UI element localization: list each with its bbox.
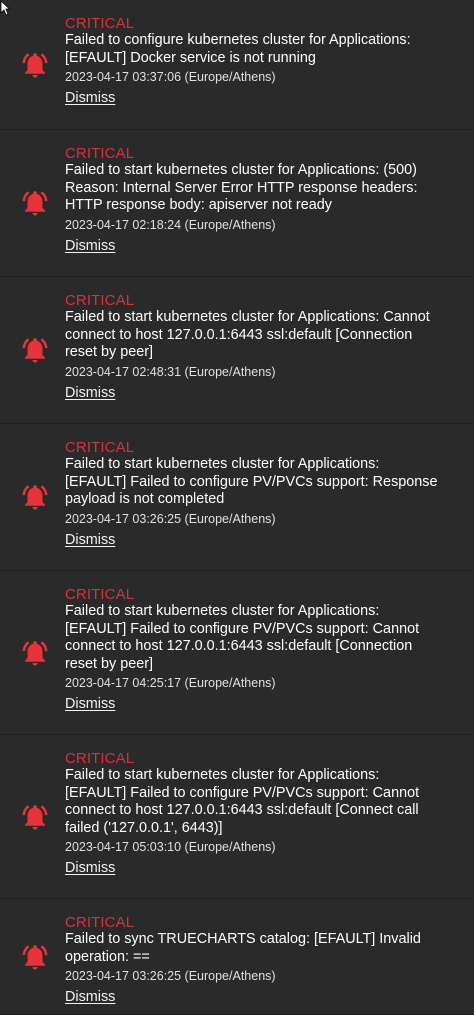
alert-timestamp: 2023-04-17 02:18:24 (Europe/Athens) (65, 217, 276, 232)
alert-level: CRITICAL (65, 292, 135, 309)
alerts-panel: CRITICAL Failed to configure kubernetes … (0, 0, 474, 1015)
alert-timestamp: 2023-04-17 03:26:25 (Europe/Athens) (65, 511, 276, 526)
alert-bell-icon (20, 802, 50, 832)
alert-level: CRITICAL (65, 914, 135, 931)
alert-content: CRITICAL Failed to start kubernetes clus… (65, 750, 464, 877)
alert-message: Failed to start kubernetes cluster for A… (65, 767, 420, 836)
alert-content: CRITICAL Failed to start kubernetes clus… (65, 145, 464, 255)
alert-timestamp: 2023-04-17 04:25:17 (Europe/Athens) (65, 676, 276, 690)
alert-item: CRITICAL Failed to sync TRUECHARTS catal… (0, 899, 474, 1015)
alert-item: CRITICAL Failed to start kubernetes clus… (0, 424, 474, 571)
dismiss-link[interactable]: Dismiss (65, 90, 115, 107)
alert-item: CRITICAL Failed to start kubernetes clus… (0, 277, 474, 424)
alert-bell-icon (20, 482, 50, 512)
alert-content: CRITICAL Failed to sync TRUECHARTS catal… (65, 914, 464, 1006)
alert-level: CRITICAL (65, 145, 135, 162)
dismiss-link[interactable]: Dismiss (65, 989, 115, 1006)
alert-level: CRITICAL (65, 439, 135, 456)
alert-item: CRITICAL Failed to configure kubernetes … (0, 0, 474, 130)
dismiss-link[interactable]: Dismiss (65, 532, 115, 549)
dismiss-link[interactable]: Dismiss (65, 385, 115, 402)
alert-level: CRITICAL (65, 750, 135, 767)
alert-timestamp: 2023-04-17 05:03:10 (Europe/Athens) (65, 840, 276, 854)
dismiss-link[interactable]: Dismiss (65, 238, 115, 255)
alert-message: Failed to start kubernetes cluster for A… (65, 603, 420, 672)
alert-bell-icon (20, 942, 50, 972)
dismiss-link[interactable]: Dismiss (65, 696, 115, 713)
alert-level: CRITICAL (65, 586, 135, 603)
alert-bell-icon (20, 50, 50, 80)
alert-message: Failed to start kubernetes cluster for A… (65, 456, 438, 507)
alert-bell-icon (20, 638, 50, 668)
alert-content: CRITICAL Failed to start kubernetes clus… (65, 439, 464, 549)
alert-timestamp: 2023-04-17 03:37:06 (Europe/Athens) (65, 70, 276, 84)
alert-content: CRITICAL Failed to start kubernetes clus… (65, 292, 464, 402)
alert-timestamp: 2023-04-17 02:48:31 (Europe/Athens) (65, 364, 276, 379)
alert-item: CRITICAL Failed to start kubernetes clus… (0, 571, 474, 735)
alert-level: CRITICAL (65, 15, 135, 32)
mouse-cursor-icon (0, 0, 10, 16)
alert-item: CRITICAL Failed to start kubernetes clus… (0, 735, 474, 899)
alert-item: CRITICAL Failed to start kubernetes clus… (0, 130, 474, 277)
alert-content: CRITICAL Failed to start kubernetes clus… (65, 586, 464, 713)
alert-message: Failed to sync TRUECHARTS catalog: [EFAU… (65, 931, 421, 965)
alert-message: Failed to configure kubernetes cluster f… (65, 32, 411, 66)
alert-bell-icon (20, 188, 50, 218)
alert-timestamp: 2023-04-17 03:26:25 (Europe/Athens) (65, 969, 276, 983)
alert-bell-icon (20, 335, 50, 365)
dismiss-link[interactable]: Dismiss (65, 860, 115, 877)
alert-content: CRITICAL Failed to configure kubernetes … (65, 15, 464, 107)
alert-message: Failed to start kubernetes cluster for A… (65, 309, 430, 360)
alert-message: Failed to start kubernetes cluster for A… (65, 162, 418, 213)
